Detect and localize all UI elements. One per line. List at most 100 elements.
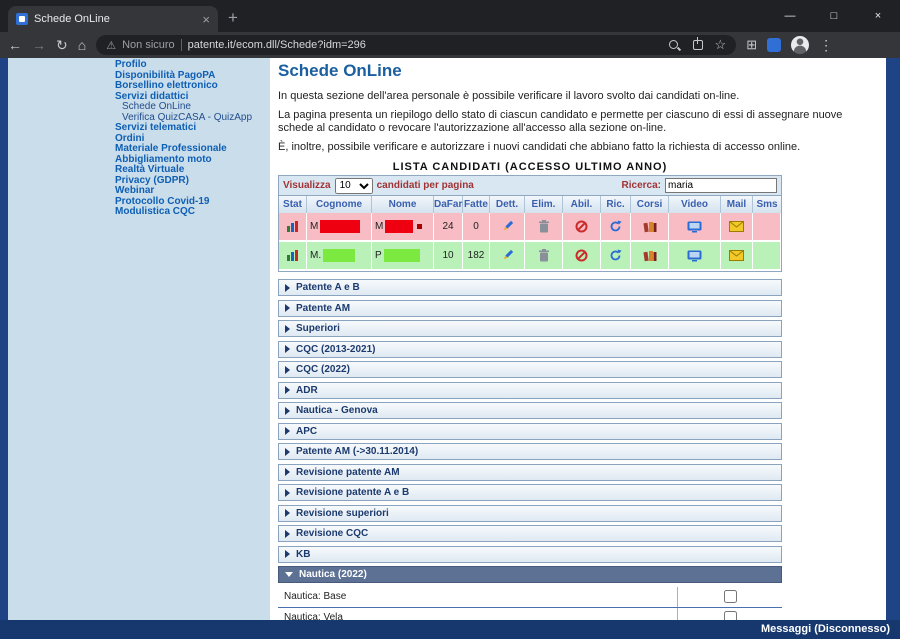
share-icon[interactable] xyxy=(693,40,703,50)
accordion-label: Revisione patente AM xyxy=(296,467,400,478)
accordion-revisione-a-b[interactable]: Revisione patente A e B xyxy=(278,484,782,501)
accordion-revisione-am[interactable]: Revisione patente AM xyxy=(278,464,782,481)
header-cognome[interactable]: Cognome xyxy=(307,196,372,213)
accordion-nautica-2022[interactable]: Nautica (2022) xyxy=(278,566,782,583)
accordion-revisione-cqc[interactable]: Revisione CQC xyxy=(278,525,782,542)
maximize-button[interactable]: □ xyxy=(812,0,856,32)
name-initial: P xyxy=(375,250,382,261)
video-monitor-icon[interactable] xyxy=(687,221,702,233)
profile-avatar[interactable] xyxy=(791,36,809,54)
edit-pencil-icon[interactable] xyxy=(501,249,514,262)
show-label: Visualizza xyxy=(283,180,331,191)
header-dafare[interactable]: DaFare xyxy=(434,196,463,213)
surname-initial: M. xyxy=(310,250,321,261)
deny-access-icon[interactable] xyxy=(575,220,588,233)
accordion-label: Revisione superiori xyxy=(296,508,389,519)
accordion-cqc-2013-2021[interactable]: CQC (2013-2021) xyxy=(278,341,782,358)
header-dett[interactable]: Dett. xyxy=(490,196,525,213)
window-controls: — □ × xyxy=(768,0,900,32)
sidebar-item-servizi-telematici[interactable]: Servizi telematici xyxy=(115,123,270,134)
address-divider xyxy=(181,39,182,51)
header-video[interactable]: Video xyxy=(669,196,721,213)
page-title: Schede OnLine xyxy=(278,61,886,81)
extensions-icon[interactable]: ⊞ xyxy=(746,37,757,53)
sidebar-item-materiale[interactable]: Materiale Professionale xyxy=(115,144,270,155)
new-tab-button[interactable]: + xyxy=(228,8,238,28)
accordion-label: Patente AM xyxy=(296,303,350,314)
header-nome[interactable]: Nome xyxy=(372,196,434,213)
accordion-patente-a-b[interactable]: Patente A e B xyxy=(278,279,782,296)
header-corsi[interactable]: Corsi xyxy=(631,196,669,213)
messages-status-bar[interactable]: Messaggi (Disconnesso) xyxy=(0,620,900,639)
accordion-kb[interactable]: KB xyxy=(278,546,782,563)
stats-chart-icon[interactable] xyxy=(286,249,300,262)
table-header-row: Stat Cognome Nome DaFare Fatte Dett. Eli… xyxy=(279,196,781,213)
page-body: Profilo Disponibilità PagoPA Borsellino … xyxy=(0,58,900,639)
header-stat[interactable]: Stat xyxy=(279,196,307,213)
refresh-button[interactable]: ↻ xyxy=(56,38,68,52)
sidebar-item-borsellino[interactable]: Borsellino elettronico xyxy=(115,81,270,92)
chevron-right-icon xyxy=(285,284,290,292)
refresh-request-icon[interactable] xyxy=(609,220,622,233)
deny-access-icon[interactable] xyxy=(575,249,588,262)
tab-close-icon[interactable]: × xyxy=(202,12,210,27)
messages-label[interactable]: Messaggi (Disconnesso) xyxy=(761,623,890,635)
extension-badge-icon[interactable] xyxy=(767,38,781,52)
browser-menu-icon[interactable]: ⋮ xyxy=(819,37,833,54)
main-content: Schede OnLine In questa sezione dell'are… xyxy=(270,58,886,620)
address-bar[interactable]: ⚠ Non sicuro patente.it/ecom.dll/Schede?… xyxy=(96,35,736,55)
accordion-patente-am[interactable]: Patente AM xyxy=(278,300,782,317)
forward-button[interactable]: → xyxy=(32,38,46,52)
sidebar-item-realta-virtuale[interactable]: Realtà Virtuale xyxy=(115,165,270,176)
search-input[interactable] xyxy=(665,178,777,193)
accordion-cqc-2022[interactable]: CQC (2022) xyxy=(278,361,782,378)
delete-trash-icon[interactable] xyxy=(538,220,550,233)
accordion-label: APC xyxy=(296,426,317,437)
accordion-label: KB xyxy=(296,549,310,560)
header-sms[interactable]: Sms xyxy=(753,196,781,213)
back-button[interactable]: ← xyxy=(8,38,22,52)
browser-tab[interactable]: Schede OnLine × xyxy=(8,6,218,32)
sidebar-item-profilo[interactable]: Profilo xyxy=(115,60,270,71)
header-ric[interactable]: Ric. xyxy=(601,196,631,213)
accordion-apc[interactable]: APC xyxy=(278,423,782,440)
tab-title: Schede OnLine xyxy=(34,13,196,25)
home-button[interactable]: ⌂ xyxy=(78,38,86,52)
stats-chart-icon[interactable] xyxy=(286,220,300,233)
page-size-select[interactable]: 10 xyxy=(335,178,373,194)
nautica-base-checkbox[interactable] xyxy=(724,590,737,603)
close-button[interactable]: × xyxy=(856,0,900,32)
mail-envelope-icon[interactable] xyxy=(729,250,744,261)
accordion-label: ADR xyxy=(296,385,318,396)
browser-toolbar: ← → ↻ ⌂ ⚠ Non sicuro patente.it/ecom.dll… xyxy=(0,32,900,58)
redacted-surname xyxy=(320,220,360,233)
bookmark-star-icon[interactable]: ☆ xyxy=(715,37,727,53)
nautica-vela-checkbox[interactable] xyxy=(724,611,737,620)
zoom-icon[interactable] xyxy=(668,39,681,52)
sms-cell xyxy=(753,242,781,269)
sms-cell xyxy=(753,213,781,240)
video-monitor-icon[interactable] xyxy=(687,250,702,262)
surname-initial: M xyxy=(310,221,318,232)
header-fatte[interactable]: Fatte xyxy=(463,196,490,213)
courses-books-icon[interactable] xyxy=(643,250,657,262)
url-text: patente.it/ecom.dll/Schede?idm=296 xyxy=(188,39,366,51)
header-elim[interactable]: Elim. xyxy=(525,196,563,213)
sidebar-item-webinar[interactable]: Webinar xyxy=(115,186,270,197)
sidebar-item-schede-online[interactable]: Schede OnLine xyxy=(115,102,270,113)
mail-envelope-icon[interactable] xyxy=(729,221,744,232)
accordion-nautica-genova[interactable]: Nautica - Genova xyxy=(278,402,782,419)
accordion-superiori[interactable]: Superiori xyxy=(278,320,782,337)
accordion-patente-am-2014[interactable]: Patente AM (->30.11.2014) xyxy=(278,443,782,460)
header-mail[interactable]: Mail xyxy=(721,196,753,213)
delete-trash-icon[interactable] xyxy=(538,249,550,262)
refresh-request-icon[interactable] xyxy=(609,249,622,262)
courses-books-icon[interactable] xyxy=(643,221,657,233)
accordion-adr[interactable]: ADR xyxy=(278,382,782,399)
minimize-button[interactable]: — xyxy=(768,0,812,32)
chevron-right-icon xyxy=(285,468,290,476)
sidebar-item-modulistica-cqc[interactable]: Modulistica CQC xyxy=(115,207,270,218)
edit-pencil-icon[interactable] xyxy=(501,220,514,233)
header-abil[interactable]: Abil. xyxy=(563,196,601,213)
accordion-revisione-superiori[interactable]: Revisione superiori xyxy=(278,505,782,522)
